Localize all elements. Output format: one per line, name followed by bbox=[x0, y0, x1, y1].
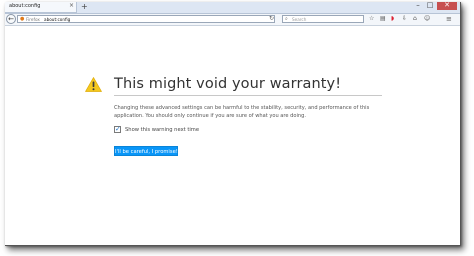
minimize-button[interactable]: – bbox=[413, 2, 423, 10]
home-icon[interactable]: ⌂ bbox=[413, 15, 417, 23]
accept-risk-button[interactable]: I'll be careful, I promise! bbox=[114, 146, 178, 156]
search-placeholder: Search bbox=[292, 17, 307, 22]
pocket-icon[interactable]: ◗ bbox=[391, 15, 394, 23]
search-input[interactable]: ⌕ Search bbox=[282, 15, 364, 23]
tab-title: about:config bbox=[9, 3, 41, 9]
page-title: This might void your warranty! bbox=[114, 76, 342, 92]
menu-icon[interactable]: ≡ bbox=[446, 15, 452, 23]
tab-strip: about:config × + – □ ✕ bbox=[5, 2, 460, 14]
new-tab-icon[interactable]: + bbox=[81, 2, 88, 12]
url-identity-label: Firefox bbox=[26, 17, 40, 22]
maximize-button[interactable]: □ bbox=[425, 2, 435, 10]
browser-window: about:config × + – □ ✕ ← ● Firefox about… bbox=[5, 2, 461, 246]
navigation-toolbar: ← ● Firefox about:config ↻ ⌕ Search ☆ ▤ … bbox=[5, 14, 460, 26]
reload-icon[interactable]: ↻ bbox=[269, 15, 274, 23]
search-icon: ⌕ bbox=[285, 16, 288, 22]
close-window-button[interactable]: ✕ bbox=[437, 2, 457, 10]
back-button[interactable]: ← bbox=[6, 14, 16, 24]
url-text: about:config bbox=[44, 17, 71, 22]
download-icon[interactable]: ⇩ bbox=[402, 15, 407, 23]
page-content: This might void your warranty! Changing … bbox=[5, 26, 460, 245]
star-icon[interactable]: ☆ bbox=[369, 15, 374, 23]
show-warning-label[interactable]: Show this warning next time bbox=[125, 127, 199, 133]
tab-about-config[interactable]: about:config × bbox=[5, 2, 77, 13]
warning-icon bbox=[85, 77, 102, 92]
reader-icon[interactable]: ▤ bbox=[380, 15, 386, 23]
url-bar[interactable]: ● Firefox about:config bbox=[17, 15, 275, 23]
warning-description: Changing these advanced settings can be … bbox=[114, 105, 370, 119]
tab-close-icon[interactable]: × bbox=[69, 2, 74, 9]
chat-icon[interactable]: ☺ bbox=[424, 15, 430, 23]
firefox-icon: ● bbox=[20, 16, 25, 22]
title-divider bbox=[114, 95, 382, 96]
show-warning-checkbox[interactable]: ✓ bbox=[114, 126, 121, 133]
